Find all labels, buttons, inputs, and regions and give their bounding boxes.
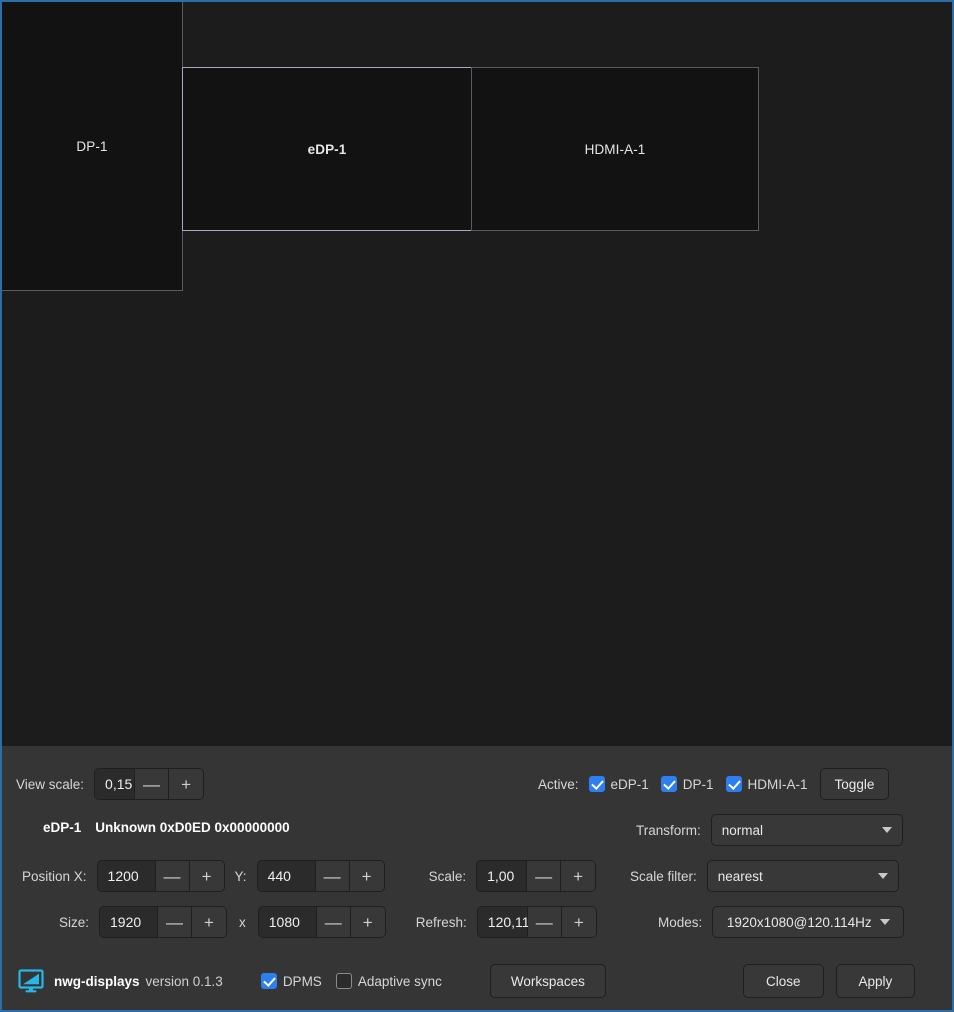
view-scale-input[interactable]: 0,15	[95, 769, 136, 799]
view-scale-plus-button[interactable]: +	[169, 769, 204, 799]
active-checkbox-label: DP-1	[682, 776, 714, 792]
checkbox-box[interactable]	[725, 776, 742, 792]
position-y-plus-button[interactable]: +	[349, 861, 384, 891]
size-width-plus-button[interactable]: +	[192, 907, 227, 937]
selected-output-name: eDP-1	[43, 820, 82, 835]
active-checkbox-label: eDP-1	[610, 776, 649, 792]
size-width-minus-button[interactable]: —	[158, 907, 193, 937]
transform-value: normal	[721, 822, 764, 838]
footer-actions: Close Apply	[743, 964, 916, 998]
app-version: version 0.1.3	[145, 973, 223, 989]
display-rect-dp-1[interactable]: DP-1	[2, 2, 183, 291]
refresh-minus-button[interactable]: —	[527, 907, 562, 937]
position-x-input[interactable]: 1200	[97, 861, 156, 891]
selected-output-info: eDP-1 Unknown 0xD0ED 0x00000000	[43, 820, 290, 835]
apply-button[interactable]: Apply	[835, 964, 916, 998]
checkbox-box[interactable]	[588, 776, 605, 792]
active-checkbox-dp-1[interactable]: DP-1	[660, 776, 714, 792]
size-height-input[interactable]: 1080	[258, 907, 317, 937]
modes-label: Modes:	[658, 914, 703, 930]
position-y-label: Y:	[234, 868, 247, 884]
scale-filter-value: nearest	[717, 868, 763, 884]
workspaces-button[interactable]: Workspaces	[489, 964, 606, 998]
toggle-button[interactable]: Toggle	[819, 768, 890, 800]
dpms-label: DPMS	[282, 973, 322, 989]
position-y-spinner[interactable]: 440 — +	[256, 860, 385, 892]
display-rect-hdmi-a-1[interactable]: HDMI-A-1	[471, 67, 759, 231]
display-rect-label: DP-1	[76, 138, 108, 154]
display-rect-edp-1[interactable]: eDP-1	[182, 67, 472, 231]
checkbox-box[interactable]	[260, 973, 277, 989]
scale-filter-row: Scale filter: nearest	[630, 860, 899, 892]
view-scale-row: View scale: 0,15 — +	[16, 768, 205, 800]
refresh-input[interactable]: 120,114	[477, 907, 537, 937]
active-label: Active:	[538, 776, 579, 792]
selected-output-description: Unknown 0xD0ED 0x00000000	[95, 820, 290, 835]
position-y-input[interactable]: 440	[257, 861, 316, 891]
display-rect-label: HDMI-A-1	[584, 141, 646, 157]
scale-minus-button[interactable]: —	[527, 861, 562, 891]
adaptive-sync-label: Adaptive sync	[357, 973, 442, 989]
modes-combobox[interactable]: 1920x1080@120.114Hz	[712, 906, 905, 938]
position-x-plus-button[interactable]: +	[189, 861, 224, 891]
refresh-label: Refresh:	[415, 914, 467, 930]
size-row: Size: 1920 — + x 1080 — + Refresh: 120,1…	[59, 906, 597, 938]
size-height-plus-button[interactable]: +	[350, 907, 385, 937]
footer-brand: nwg-displays version 0.1.3 DPMS Adaptive…	[18, 964, 606, 998]
dpms-checkbox[interactable]: DPMS	[260, 973, 322, 989]
nwg-displays-window: DP-1 eDP-1 HDMI-A-1 View scale: 0,15 — +…	[0, 0, 954, 1012]
active-checkbox-hdmi-a-1[interactable]: HDMI-A-1	[725, 776, 808, 792]
scale-input[interactable]: 1,00	[477, 861, 528, 891]
refresh-spinner[interactable]: 120,114 — +	[476, 906, 597, 938]
transform-row: Transform: normal	[636, 814, 903, 846]
active-checkbox-label: HDMI-A-1	[747, 776, 808, 792]
app-name: nwg-displays	[54, 973, 140, 989]
view-scale-label: View scale:	[16, 776, 85, 792]
scale-label: Scale:	[428, 868, 467, 884]
checkbox-box[interactable]	[660, 776, 677, 792]
transform-label: Transform:	[636, 822, 701, 838]
display-rect-label: eDP-1	[307, 141, 347, 157]
size-width-input[interactable]: 1920	[100, 907, 159, 937]
size-height-spinner[interactable]: 1080 — +	[257, 906, 386, 938]
size-label: Size:	[59, 914, 90, 930]
transform-combobox[interactable]: normal	[710, 814, 903, 846]
size-height-minus-button[interactable]: —	[316, 907, 351, 937]
position-x-spinner[interactable]: 1200 — +	[96, 860, 225, 892]
modes-row: Modes: 1920x1080@120.114Hz	[658, 906, 905, 938]
modes-value: 1920x1080@120.114Hz	[726, 914, 872, 930]
display-monitor-icon	[18, 969, 44, 993]
position-row: Position X: 1200 — + Y: 440 — + Scale: 1…	[22, 860, 597, 892]
chevron-down-icon	[881, 827, 892, 833]
size-separator: x	[239, 914, 246, 930]
scale-filter-label: Scale filter:	[630, 868, 697, 884]
position-x-minus-button[interactable]: —	[155, 861, 190, 891]
scale-plus-button[interactable]: +	[561, 861, 596, 891]
scale-filter-combobox[interactable]: nearest	[706, 860, 899, 892]
refresh-plus-button[interactable]: +	[561, 907, 596, 937]
chevron-down-icon	[877, 873, 888, 879]
size-width-spinner[interactable]: 1920 — +	[99, 906, 228, 938]
display-layout-canvas[interactable]: DP-1 eDP-1 HDMI-A-1	[2, 2, 952, 746]
view-scale-spinner[interactable]: 0,15 — +	[94, 768, 205, 800]
close-button[interactable]: Close	[743, 964, 824, 998]
checkbox-box[interactable]	[335, 973, 352, 989]
adaptive-sync-checkbox[interactable]: Adaptive sync	[335, 973, 442, 989]
active-outputs-row: Active: eDP-1 DP-1 HDMI-A-1 Toggle	[538, 768, 890, 800]
chevron-down-icon	[879, 919, 890, 925]
position-x-label: Position X:	[22, 868, 87, 884]
view-scale-minus-button[interactable]: —	[135, 769, 170, 799]
position-y-minus-button[interactable]: —	[315, 861, 350, 891]
scale-spinner[interactable]: 1,00 — +	[476, 860, 597, 892]
active-checkbox-edp-1[interactable]: eDP-1	[588, 776, 649, 792]
control-panel: View scale: 0,15 — + Active: eDP-1 DP-1 …	[2, 746, 952, 1010]
